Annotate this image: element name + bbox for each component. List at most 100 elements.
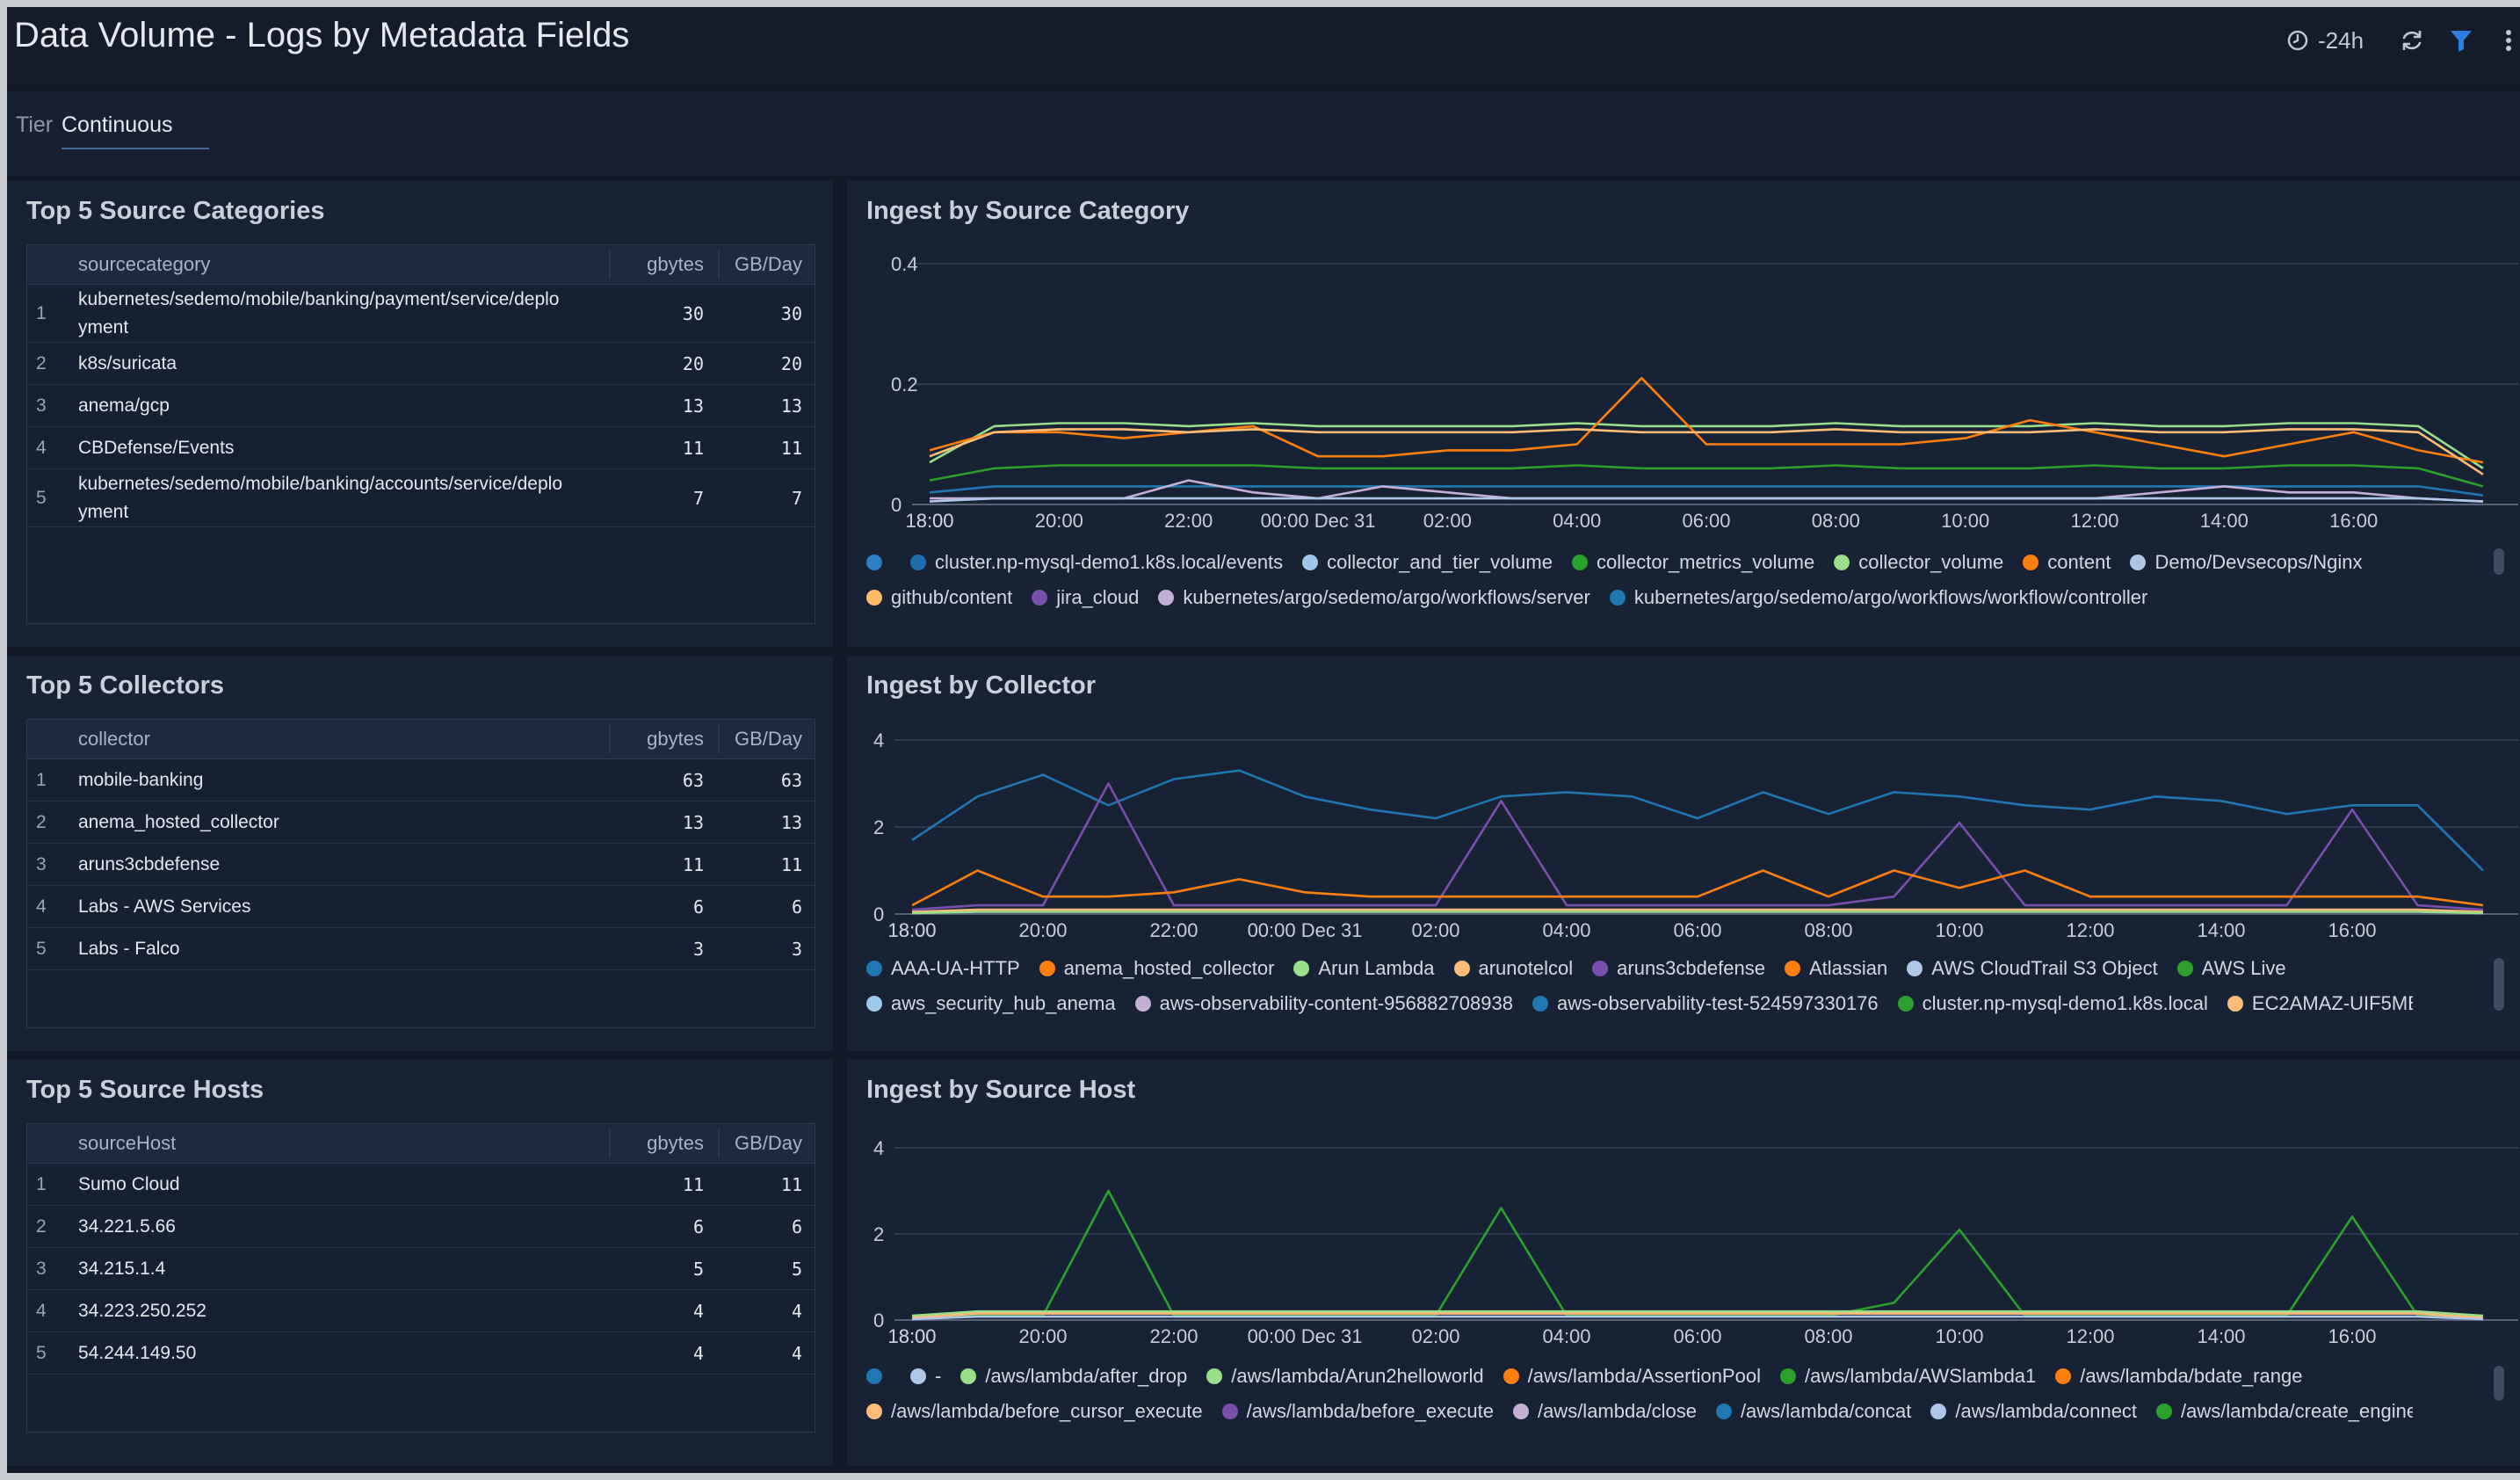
legend-swatch [1453,961,1470,976]
legend-item[interactable]: collector_and_tier_volume [1302,551,1553,574]
series-line[interactable] [911,1189,2484,1319]
series-line[interactable] [929,497,2484,503]
legend-item[interactable]: /aws/lambda/after_drop [960,1365,1187,1388]
legend-item[interactable]: collector_volume [1834,551,2003,574]
legend-item[interactable]: Demo/Devsecops/Nginx [2130,551,2362,574]
legend-item[interactable] [866,1368,891,1384]
series-line[interactable] [929,376,2484,464]
legend-item[interactable]: AWS CloudTrail S3 Object [1907,957,2158,980]
legend-label: kubernetes/argo/sedemo/argo/workflows/se… [1183,586,1590,608]
legend-scrollbar[interactable] [2494,958,2504,1011]
legend-swatch [1592,961,1609,976]
legend-item[interactable]: /aws/lambda/before_execute [1221,1400,1494,1423]
legend-swatch [1302,555,1319,570]
legend-item[interactable]: kubernetes/argo/sedemo/argo/workflows/wo… [1609,586,2147,609]
legend-item[interactable]: anema_hosted_collector [1039,957,1274,980]
legend-item[interactable]: /aws/lambda/Arun2helloworld [1206,1365,1484,1388]
legend-item[interactable]: aws_security_hub_anema [866,992,1116,1015]
legend-scrollbar[interactable] [2494,1366,2504,1401]
legend-item[interactable]: Atlassian [1784,957,1887,980]
table-row: 1 mobile-banking 63 63 [27,759,815,802]
legend-label: AAA-UA-HTTP [891,957,1020,979]
more-menu-button[interactable] [2502,23,2515,58]
legend-swatch [2130,555,2147,570]
column-header[interactable]: sourcecategory [78,253,609,276]
legend-row: github/content jira_cloud kubernetes/arg… [866,580,2413,615]
row-name: 34.215.1.4 [78,1258,166,1279]
row-name: anema_hosted_collector [78,811,279,832]
column-header[interactable]: GB/Day [718,250,815,279]
legend-item[interactable]: kubernetes/argo/sedemo/argo/workflows/se… [1158,586,1590,609]
legend-label: /aws/lambda/create_engine [2181,1400,2413,1422]
time-range-button[interactable]: -24h [2286,23,2364,58]
legend-item[interactable]: github/content [866,586,1012,609]
legend-item[interactable]: /aws/lambda/before_cursor_execute [866,1400,1203,1423]
refresh-button[interactable] [2399,23,2425,58]
legend-item[interactable]: /aws/lambda/create_engine [2156,1400,2413,1423]
legend-item[interactable]: - [910,1365,941,1388]
legend-item[interactable]: AAA-UA-HTTP [866,957,1020,980]
legend-item[interactable]: cluster.np-mysql-demo1.k8s.local [1897,992,2208,1015]
series-line[interactable] [911,782,2484,911]
column-header[interactable]: GB/Day [718,1129,815,1157]
x-tick-label: 10:00 [1941,510,1989,532]
legend-item[interactable]: /aws/lambda/bdate_range [2055,1365,2302,1388]
legend-item[interactable]: aruns3cbdefense [1592,957,1765,980]
legend-item[interactable]: AWS Live [2176,957,2286,980]
legend-item[interactable]: EC2AMAZ-UIF5MB6 [2227,992,2413,1015]
legend-label: /aws/lambda/connect [1955,1400,2138,1422]
legend-label: arunotelcol [1478,957,1574,979]
column-header[interactable]: sourceHost [78,1132,609,1155]
filter-button[interactable] [2448,23,2474,58]
series-line[interactable] [911,910,2484,915]
column-header[interactable]: gbytes [609,1129,718,1157]
legend-item[interactable]: /aws/lambda/AssertionPool [1503,1365,1761,1388]
row-gbytes: 4 [692,1300,704,1322]
legend-item[interactable]: /aws/lambda/connect [1930,1400,2137,1423]
row-name: k8s/suricata [78,352,177,374]
column-header[interactable]: collector [78,728,609,751]
series-line[interactable] [911,869,2484,907]
x-tick-label: 16:00 [2328,919,2376,941]
legend-item[interactable]: collector_metrics_volume [1572,551,1814,574]
legend-item[interactable]: jira_cloud [1032,586,1139,609]
x-tick-label: 08:00 [1804,919,1852,941]
line-chart[interactable]: 0 0.2 0.4 18:00 20:00 22:00 00:00 Dec 31 02:00 0… [847,181,2520,533]
legend-item[interactable]: Arun Lambda [1293,957,1435,980]
legend-scrollbar[interactable] [2494,548,2504,575]
row-gb-per-day: 7 [791,487,802,509]
legend-item[interactable]: aws-observability-test-524597330176 [1532,992,1879,1015]
column-header[interactable]: gbytes [609,725,718,753]
row-gbytes: 11 [682,1173,704,1195]
line-chart[interactable]: 0 2 4 18:00 20:00 22:00 00:00 Dec 31 02:00 04:00… [847,1060,2520,1359]
y-tick-label: 2 [873,1223,884,1245]
legend-item[interactable]: aws-observability-content-956882708938 [1134,992,1513,1015]
ingest-by-collector-panel: Ingest by Collector 0 2 4 18:00 20:00 22:00 00… [847,656,2520,1051]
row-gbytes: 5 [692,1258,704,1280]
series-line[interactable] [929,464,2484,488]
legend-item[interactable]: /aws/lambda/close [1512,1400,1697,1423]
row-name: kubernetes/sedemo/mobile/banking/account… [78,473,562,522]
row-gb-per-day: 63 [780,769,802,791]
legend-item[interactable]: /aws/lambda/concat [1715,1400,1911,1423]
legend-item[interactable]: arunotelcol [1453,957,1574,980]
table-row: 1 kubernetes/sedemo/mobile/banking/payme… [27,285,815,343]
ingest-by-source-category-panel: Ingest by Source Category 0 0.2 0.4 18:00 20… [847,181,2520,647]
legend-item[interactable]: /aws/lambda/AWSlambda1 [1779,1365,2036,1388]
table-row: 3 anema/gcp 13 13 [27,385,815,427]
row-gb-per-day: 13 [780,395,802,417]
legend-swatch [910,1368,926,1384]
legend-item[interactable]: content [2023,551,2111,574]
legend-label: Arun Lambda [1318,957,1435,979]
tier-filter-value[interactable]: Continuous [62,112,172,138]
legend-item[interactable] [866,555,891,570]
column-header[interactable]: GB/Day [718,725,815,753]
column-header[interactable]: gbytes [609,250,718,279]
more-vertical-icon [2506,30,2511,51]
line-chart[interactable]: 0 2 4 18:00 20:00 22:00 00:00 Dec 31 02:00 04:00… [847,656,2520,946]
x-tick-label: 18:00 [887,1325,936,1347]
series-line[interactable] [911,1315,2484,1321]
x-tick-label: 22:00 [1149,1325,1198,1347]
legend-label: cluster.np-mysql-demo1.k8s.local [1922,992,2208,1014]
legend-item[interactable]: cluster.np-mysql-demo1.k8s.local/events [910,551,1283,574]
